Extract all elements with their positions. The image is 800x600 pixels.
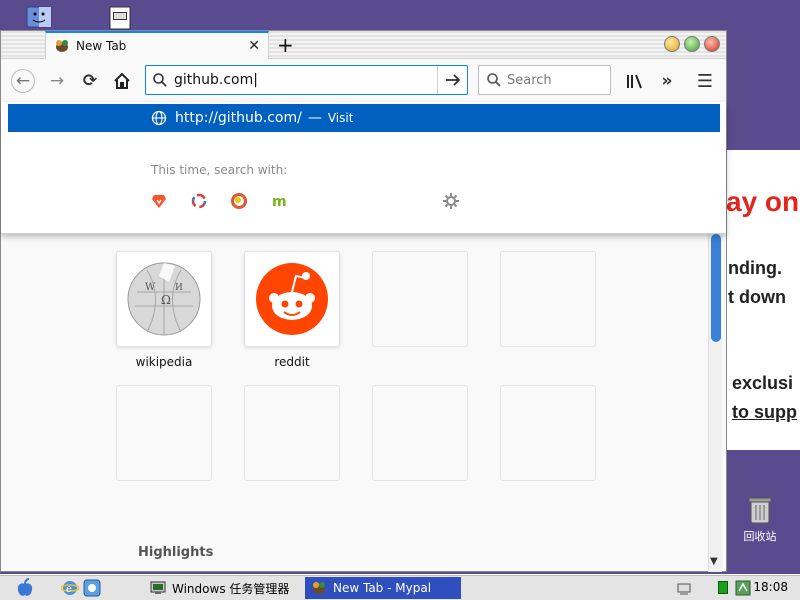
top-site-empty-tile[interactable]: [372, 251, 468, 347]
trash-icon: [748, 497, 772, 524]
taskbar-item-label: Windows 任务管理器: [172, 581, 290, 596]
mypal-icon: [56, 40, 68, 52]
network-tray-icon[interactable]: [676, 580, 692, 600]
status-tray-icon[interactable]: [718, 581, 728, 594]
arrow-right-icon: [445, 74, 460, 86]
taskbar-item-browser[interactable]: New Tab - Mypal: [305, 577, 461, 599]
overflow-chevron-button[interactable]: »: [655, 69, 679, 93]
top-site-empty-tile[interactable]: [372, 385, 468, 481]
go-button[interactable]: [437, 66, 467, 94]
suggestion-url: http://github.com/: [175, 110, 302, 126]
bg-line-1: ay on: [726, 186, 800, 217]
close-window-button[interactable]: [704, 36, 720, 52]
ie-quicklaunch-icon[interactable]: e: [60, 579, 80, 600]
search-placeholder: Search: [507, 72, 552, 88]
svg-text:И: И: [175, 283, 183, 293]
qwant-icon[interactable]: [190, 192, 208, 210]
suggestion-separator: —: [307, 110, 322, 126]
taskbar-item-task-manager[interactable]: Windows 任务管理器: [144, 577, 300, 599]
browser-quicklaunch-icon[interactable]: [83, 579, 101, 600]
top-site-label-reddit: reddit: [274, 355, 310, 369]
search-icon: [153, 73, 167, 87]
top-site-empty-tile[interactable]: [116, 385, 212, 481]
svg-text:Ω: Ω: [161, 293, 171, 307]
top-site-empty-tile[interactable]: [500, 385, 596, 481]
recycle-bin[interactable]: 回收站: [738, 495, 782, 544]
maximize-button[interactable]: [684, 36, 700, 52]
top-site-tile-wikipedia[interactable]: W Ω И: [116, 251, 212, 347]
scrollbar-thumb[interactable]: [711, 234, 721, 342]
mypal-icon: [313, 582, 325, 594]
gear-icon[interactable]: [442, 192, 460, 210]
taskbar-item-label: New Tab - Mypal: [333, 581, 432, 595]
recycle-bin-label: 回收站: [743, 530, 777, 543]
top-site-label-wikipedia: wikipedia: [135, 355, 193, 369]
bg-line-5: to supp: [732, 402, 797, 422]
search-bar[interactable]: Search: [478, 65, 611, 95]
bg-line-2: nding.: [728, 258, 782, 278]
library-button[interactable]: [623, 69, 647, 93]
top-site-tile-reddit[interactable]: [244, 251, 340, 347]
mojeek-icon[interactable]: m: [270, 192, 288, 210]
document-icon[interactable]: [108, 6, 136, 30]
background-web-page: ay on nding. t down exclusi to supp: [726, 150, 800, 450]
minimize-button[interactable]: [664, 36, 680, 52]
back-button[interactable]: ←: [11, 69, 35, 93]
url-input-value[interactable]: github.com: [174, 72, 253, 88]
tab-title: New Tab: [76, 39, 127, 53]
library-icon: [627, 74, 642, 89]
bg-line-3: t down: [728, 287, 786, 307]
forward-button[interactable]: →: [45, 69, 69, 93]
reload-button[interactable]: ⟳: [78, 69, 102, 93]
wikipedia-logo-icon: W Ω И: [127, 262, 201, 336]
taskbar: e Windows 任务管理器 New Tab - Mypal 18:08: [0, 574, 800, 600]
close-tab-icon[interactable]: ✕: [248, 38, 260, 54]
finder-icon[interactable]: [26, 6, 54, 30]
menu-button[interactable]: ☰: [693, 69, 717, 93]
svg-text:m: m: [272, 194, 287, 210]
duckduckgo-icon[interactable]: [230, 192, 248, 210]
tab-new-tab[interactable]: New Tab ✕: [45, 31, 269, 59]
suggestion-action: Visit: [327, 111, 354, 125]
bg-line-4: exclusi: [732, 373, 794, 393]
apple-icon: [17, 578, 33, 596]
highlights-heading: Highlights: [138, 545, 214, 560]
task-manager-icon: [150, 581, 166, 594]
reddit-logo-icon: [256, 263, 328, 335]
home-icon: [114, 72, 130, 89]
search-with-label: This time, search with:: [151, 163, 288, 177]
top-site-empty-tile[interactable]: [500, 251, 596, 347]
svg-text:e: e: [66, 584, 72, 595]
url-bar[interactable]: github.com |: [145, 65, 468, 95]
url-autocomplete-dropdown: http://github.com/ — Visit This time, se…: [1, 102, 726, 234]
start-button[interactable]: [16, 578, 34, 600]
tab-strip: New Tab ✕ +: [1, 31, 726, 59]
new-tab-button[interactable]: +: [277, 33, 294, 57]
globe-icon: [151, 110, 167, 126]
home-button[interactable]: [110, 69, 134, 93]
autocomplete-suggestion[interactable]: http://github.com/ — Visit: [8, 104, 720, 132]
top-site-empty-tile[interactable]: [244, 385, 340, 481]
scroll-down-arrow-icon[interactable]: ▼: [710, 556, 718, 567]
search-icon: [487, 73, 501, 87]
brave-icon[interactable]: [150, 192, 168, 210]
input-tray-icon[interactable]: [734, 579, 752, 600]
svg-text:W: W: [145, 282, 156, 293]
taskbar-clock: 18:08: [753, 580, 788, 594]
